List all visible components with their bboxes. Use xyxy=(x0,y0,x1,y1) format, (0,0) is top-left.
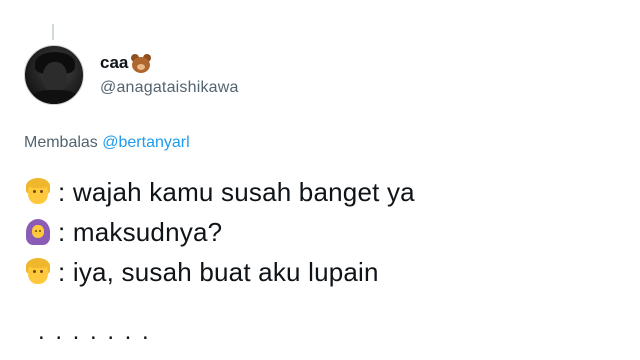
avatar[interactable] xyxy=(24,45,84,105)
woman-with-headscarf-emoji-icon xyxy=(24,218,52,246)
reply-context: Membalas @bertanyarl xyxy=(24,134,190,152)
man-emoji-icon xyxy=(24,258,52,286)
user-names: caa @anagataishikawa xyxy=(100,53,239,97)
user-handle[interactable]: @anagataishikawa xyxy=(100,79,239,97)
dialogue-text: : maksudnya? xyxy=(58,216,223,247)
display-name[interactable]: caa xyxy=(100,53,128,73)
dialogue-text: : iya, susah buat aku lupain xyxy=(58,256,379,287)
thread-connector-line xyxy=(52,24,54,40)
dialogue-line: : maksudnya? xyxy=(24,212,415,252)
dialogue-line: : wajah kamu susah banget ya xyxy=(24,172,415,212)
dialogue-text: : wajah kamu susah banget ya xyxy=(58,176,415,207)
bear-face-icon xyxy=(130,53,152,73)
man-emoji-icon xyxy=(24,178,52,206)
tweet-header: caa @anagataishikawa xyxy=(24,45,239,105)
trailing-dots: . . . . . . . xyxy=(38,318,151,345)
avatar-face xyxy=(43,62,67,92)
dialogue-line: : iya, susah buat aku lupain xyxy=(24,252,415,292)
reply-prefix: Membalas xyxy=(24,134,98,151)
avatar-body xyxy=(29,90,81,104)
tweet-screenshot: caa @anagataishikawa Membalas @bertanyar… xyxy=(0,0,640,360)
display-name-row[interactable]: caa xyxy=(100,53,239,73)
tweet-text: : wajah kamu susah banget ya : maksudnya… xyxy=(24,172,415,292)
reply-mention-link[interactable]: @bertanyarl xyxy=(102,134,189,151)
